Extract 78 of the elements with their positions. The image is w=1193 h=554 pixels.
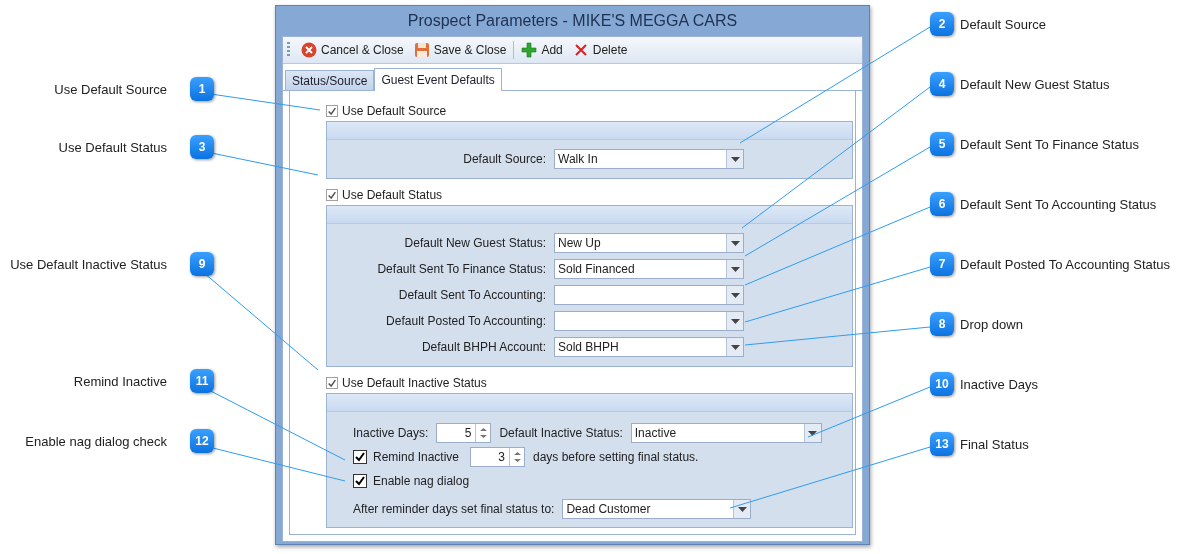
tab[interactable]: Guest Event Defaults bbox=[374, 68, 502, 91]
floppy-icon bbox=[413, 42, 430, 58]
callout-label: Default Sent To Accounting Status bbox=[960, 196, 1157, 212]
field-label: Default BHPH Account: bbox=[421, 340, 546, 354]
checkbox[interactable] bbox=[353, 474, 367, 488]
caret-icon bbox=[730, 344, 740, 350]
number-field[interactable]: 3 bbox=[470, 447, 525, 467]
field-label: Default Inactive Status: bbox=[499, 426, 623, 440]
spinner-icon[interactable] bbox=[513, 450, 521, 464]
number-badge: 10 bbox=[930, 372, 954, 396]
callout-label: Use Default Status bbox=[58, 139, 167, 155]
plus-icon bbox=[521, 42, 538, 58]
save-button[interactable]: Save & Close bbox=[410, 40, 510, 60]
caret-icon bbox=[730, 240, 740, 246]
checkbox-label: Use Default Status bbox=[342, 188, 443, 202]
number-badge: 7 bbox=[930, 252, 954, 276]
callout-label: Enable nag dialog check bbox=[25, 433, 167, 449]
field-hint: days before setting final status. bbox=[533, 450, 699, 464]
callout-label: Final Status bbox=[960, 436, 1029, 452]
checkbox[interactable] bbox=[326, 105, 338, 117]
delete-icon bbox=[572, 42, 589, 58]
delete-button[interactable]: Delete bbox=[569, 40, 631, 60]
callout-label: Inactive Days bbox=[960, 376, 1039, 392]
number-field[interactable]: 5 bbox=[436, 423, 492, 443]
callout-label: Default New Guest Status bbox=[960, 76, 1110, 92]
dropdown-field[interactable]: New Up bbox=[554, 233, 744, 253]
caret-icon bbox=[730, 266, 740, 272]
field-label: After reminder days set final status to: bbox=[353, 502, 555, 516]
callout-label: Default Source bbox=[960, 16, 1046, 32]
field-label: Default Sent To Finance Status: bbox=[377, 262, 546, 276]
add-button[interactable]: Add bbox=[518, 40, 566, 60]
window-title: Prospect Parameters - MIKE'S MEGGA CARS bbox=[406, 11, 739, 31]
checkbox-label: Enable nag dialog bbox=[373, 474, 470, 488]
number-badge: 2 bbox=[930, 12, 954, 36]
number-badge: 13 bbox=[930, 432, 954, 456]
dropdown-field[interactable]: Inactive bbox=[630, 423, 822, 443]
number-badge: 8 bbox=[930, 312, 954, 336]
callout-label: Default Sent To Finance Status bbox=[960, 136, 1139, 152]
dropdown-field[interactable] bbox=[554, 311, 744, 331]
field-label: Default New Guest Status: bbox=[404, 236, 546, 250]
dropdown-field[interactable]: Sold Financed bbox=[554, 259, 744, 279]
number-badge: 6 bbox=[930, 192, 954, 216]
callout-label: Use Default Inactive Status bbox=[10, 256, 167, 272]
callout-label: Drop down bbox=[960, 316, 1023, 332]
number-badge: 5 bbox=[930, 132, 954, 156]
checkbox[interactable] bbox=[353, 450, 367, 464]
caret-icon bbox=[737, 506, 747, 512]
checkbox-label: Use Default Inactive Status bbox=[342, 376, 487, 390]
number-badge: 12 bbox=[190, 429, 214, 453]
dropdown-field[interactable] bbox=[554, 285, 744, 305]
checkbox[interactable] bbox=[326, 377, 338, 389]
field-label: Inactive Days: bbox=[353, 426, 429, 440]
close-icon bbox=[301, 42, 317, 58]
checkbox-label: Use Default Source bbox=[342, 104, 447, 118]
callout-label: Use Default Source bbox=[54, 81, 167, 97]
dropdown-field[interactable]: Walk In bbox=[554, 149, 744, 169]
number-badge: 11 bbox=[190, 369, 214, 393]
field-label: Default Source: bbox=[463, 152, 546, 166]
caret-icon bbox=[730, 292, 740, 298]
caret-icon bbox=[730, 318, 740, 324]
callout-label: Default Posted To Accounting Status bbox=[960, 256, 1171, 272]
caret-icon bbox=[808, 430, 818, 436]
dropdown-field[interactable]: Sold BHPH bbox=[554, 337, 744, 357]
tab[interactable]: Status/Source bbox=[285, 70, 375, 90]
checkbox-label: Remind Inactive bbox=[373, 450, 461, 464]
field-label: Default Sent To Accounting: bbox=[398, 288, 546, 302]
number-badge: 1 bbox=[190, 77, 214, 101]
checkbox[interactable] bbox=[326, 189, 338, 201]
dropdown-field[interactable]: Dead Customer bbox=[562, 499, 752, 519]
callout-label: Remind Inactive bbox=[73, 373, 167, 389]
caret-icon bbox=[730, 156, 740, 162]
number-badge: 4 bbox=[930, 72, 954, 96]
number-badge: 9 bbox=[190, 252, 214, 276]
number-badge: 3 bbox=[190, 135, 214, 159]
cancel-button[interactable]: Cancel & Close bbox=[298, 40, 407, 60]
spinner-icon[interactable] bbox=[479, 426, 487, 440]
gripper-icon[interactable] bbox=[287, 42, 290, 58]
field-label: Default Posted To Accounting: bbox=[386, 314, 546, 328]
